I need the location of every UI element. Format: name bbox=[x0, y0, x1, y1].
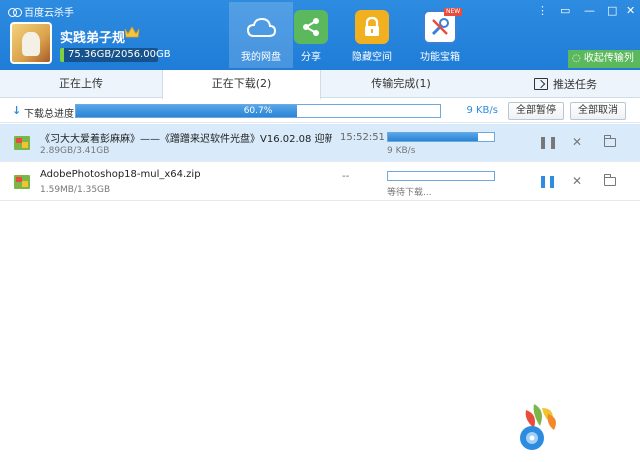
baidu-cloud-logo-icon bbox=[8, 7, 22, 17]
archive-file-icon bbox=[14, 136, 30, 150]
download-arrow-icon: ↓ bbox=[12, 104, 22, 117]
header: 百度云杀手 实践弟子规 75.36GB/2056.00GB 我的网盘 分享 隐藏… bbox=[0, 0, 640, 82]
file-name: 《习大大爱着彭麻麻》——《蹭蹭来迟软件光盘》V16.02.08 迎新春特别纪..… bbox=[40, 134, 332, 145]
new-badge: NEW bbox=[444, 8, 463, 16]
overall-speed: 9 KB/s bbox=[466, 105, 498, 116]
minimize-icon[interactable]: — bbox=[584, 4, 595, 17]
nav-hidden-space[interactable]: 隐藏空间 bbox=[340, 2, 404, 68]
cloud-icon bbox=[244, 10, 278, 44]
skin-icon[interactable]: ▭ bbox=[560, 4, 570, 17]
cancel-icon[interactable]: ✕ bbox=[570, 174, 584, 188]
maximize-icon[interactable]: □ bbox=[607, 4, 617, 17]
pause-icon[interactable]: ❚❚ bbox=[538, 174, 557, 188]
remaining-time: 15:52:51 bbox=[340, 132, 385, 143]
lock-icon bbox=[355, 10, 389, 44]
file-status: 等待下载... bbox=[387, 188, 432, 198]
file-status: 9 KB/s bbox=[387, 146, 416, 156]
username[interactable]: 实践弟子规 bbox=[60, 27, 125, 46]
file-size: 2.89GB/3.41GB bbox=[40, 146, 110, 156]
file-progress-bar bbox=[387, 132, 495, 142]
push-label: 推送任务 bbox=[553, 78, 597, 91]
brand-logo-icon bbox=[520, 404, 556, 450]
file-progress-bar bbox=[387, 171, 495, 181]
file-name: AdobePhotoshop18-mul_x64.zip bbox=[40, 169, 201, 180]
nav-label: 分享 bbox=[301, 52, 321, 63]
cancel-all-button[interactable]: 全部取消 bbox=[570, 102, 626, 120]
menu-icon[interactable]: ⋮ bbox=[537, 4, 548, 17]
avatar[interactable] bbox=[10, 22, 52, 64]
nav-toolbox[interactable]: 功能宝箱 NEW bbox=[408, 2, 472, 68]
file-progress-fill bbox=[388, 133, 479, 141]
refresh-icon: ◌ bbox=[572, 53, 581, 64]
nav-share[interactable]: 分享 bbox=[279, 2, 343, 68]
file-size: 1.59MB/1.35GB bbox=[40, 185, 111, 195]
transfer-tabs: 正在上传 正在下载(2) 传输完成(1) 推送任务 bbox=[0, 70, 640, 99]
collapse-transfer-list-button[interactable]: ◌ 收起传输列表 bbox=[568, 50, 640, 82]
download-row[interactable]: AdobePhotoshop18-mul_x64.zip 1.59MB/1.35… bbox=[0, 163, 640, 201]
title-bar: 百度云杀手 bbox=[8, 4, 74, 19]
overall-progress-bar: 60.7% bbox=[75, 104, 441, 118]
tab-uploading[interactable]: 正在上传 bbox=[0, 70, 162, 98]
remaining-time: -- bbox=[342, 171, 350, 182]
pause-icon[interactable]: ❚❚ bbox=[538, 135, 558, 149]
overall-progress-row: ↓ 下载总进度 60.7% 9 KB/s 全部暂停 全部取消 bbox=[0, 99, 640, 123]
pause-all-button[interactable]: 全部暂停 bbox=[508, 102, 564, 120]
overall-percent: 60.7% bbox=[243, 106, 273, 116]
nav-label: 隐藏空间 bbox=[352, 52, 392, 63]
overall-label: 下载总进度 bbox=[24, 109, 74, 120]
share-icon bbox=[294, 10, 328, 44]
storage-quota: 75.36GB/2056.00GB bbox=[60, 48, 171, 62]
nav-label: 功能宝箱 bbox=[420, 52, 460, 63]
crown-icon bbox=[124, 26, 140, 38]
tab-downloading[interactable]: 正在下载(2) bbox=[162, 70, 321, 99]
archive-file-icon bbox=[14, 175, 30, 189]
close-icon[interactable]: ✕ bbox=[626, 4, 635, 17]
tab-done[interactable]: 传输完成(1) bbox=[321, 70, 481, 98]
open-folder-icon[interactable] bbox=[604, 135, 616, 147]
open-folder-icon[interactable] bbox=[604, 174, 616, 186]
push-icon bbox=[534, 78, 548, 90]
cancel-icon[interactable]: ✕ bbox=[570, 135, 584, 149]
download-row[interactable]: 《习大大爱着彭麻麻》——《蹭蹭来迟软件光盘》V16.02.08 迎新春特别纪..… bbox=[0, 124, 640, 162]
tab-push-task[interactable]: 推送任务 bbox=[534, 76, 597, 92]
app-title: 百度云杀手 bbox=[24, 8, 74, 19]
